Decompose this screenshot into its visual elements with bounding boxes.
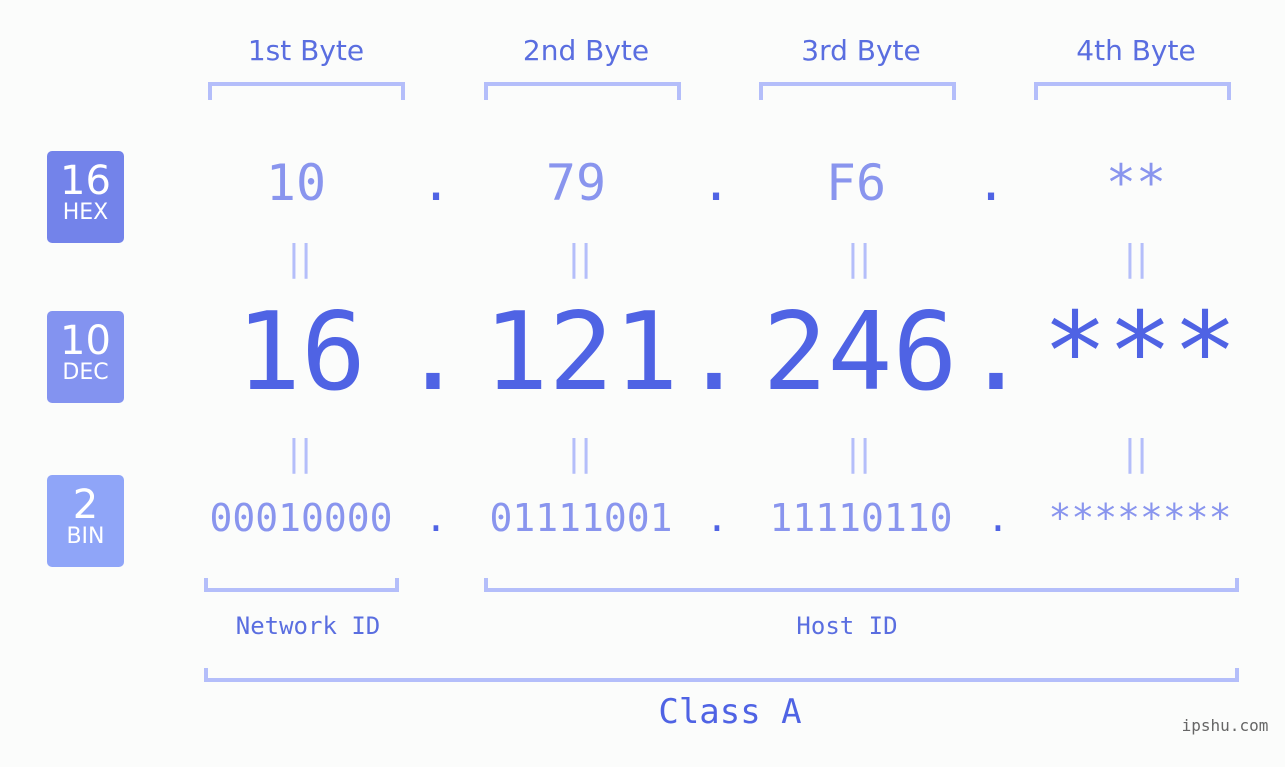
bin-badge-label: BIN xyxy=(66,524,105,549)
byte-header-3: 3rd Byte xyxy=(801,34,921,67)
bin-value-4: ******** xyxy=(1048,496,1232,540)
byte-bracket-4 xyxy=(1034,82,1231,100)
equals-dec-bin-2: || xyxy=(567,433,593,474)
class-label: Class A xyxy=(658,692,802,732)
byte-bracket-1 xyxy=(208,82,405,100)
equals-hex-dec-3: || xyxy=(846,238,872,279)
host-id-bracket xyxy=(484,578,1239,592)
byte-header-1: 1st Byte xyxy=(247,34,365,67)
host-id-label: Host ID xyxy=(796,612,898,640)
byte-bracket-2 xyxy=(484,82,681,100)
byte-header-2: 2nd Byte xyxy=(522,34,650,67)
equals-dec-bin-4: || xyxy=(1123,433,1149,474)
dec-badge-label: DEC xyxy=(62,360,109,385)
equals-dec-bin-3: || xyxy=(846,433,872,474)
hex-value-4: ** xyxy=(1105,154,1167,212)
byte-header-4: 4th Byte xyxy=(1076,34,1196,67)
bin-badge: 2 BIN xyxy=(47,475,124,567)
dec-badge: 10 DEC xyxy=(47,311,124,403)
hex-badge-number: 16 xyxy=(60,158,111,204)
watermark: ipshu.com xyxy=(1181,716,1269,735)
byte-bracket-3 xyxy=(759,82,956,100)
hex-badge: 16 HEX xyxy=(47,151,124,243)
equals-hex-dec-1: || xyxy=(287,238,313,279)
equals-hex-dec-2: || xyxy=(567,238,593,279)
dec-badge-number: 10 xyxy=(60,318,111,364)
bin-badge-number: 2 xyxy=(72,482,99,528)
hex-badge-label: HEX xyxy=(62,200,109,225)
network-id-label: Network ID xyxy=(235,612,381,640)
equals-hex-dec-4: || xyxy=(1123,238,1149,279)
class-bracket xyxy=(204,668,1239,682)
dec-value-4: *** xyxy=(1042,290,1238,415)
network-id-bracket xyxy=(204,578,399,592)
equals-dec-bin-1: || xyxy=(287,433,313,474)
